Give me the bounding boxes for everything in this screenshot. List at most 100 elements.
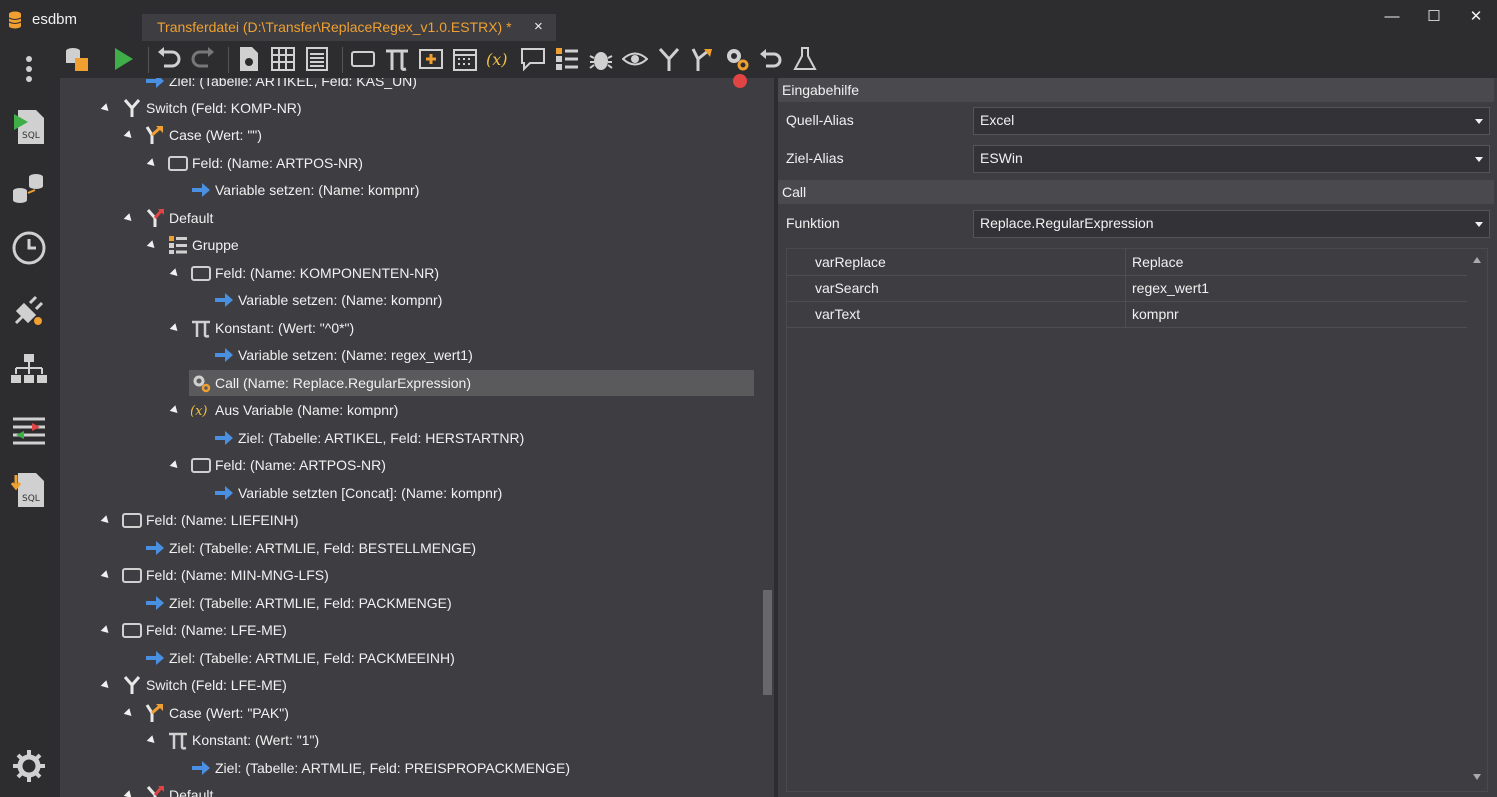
expand-toggle-icon[interactable] [100,570,112,581]
tree-node[interactable]: Feld: (Name: ARTPOS-NR) [60,150,750,176]
tree-node[interactable]: Ziel: (Tabelle: ARTIKEL, Feld: HERSTARTN… [60,425,750,451]
tree-node[interactable]: Call (Name: Replace.RegularExpression) [189,370,754,396]
variable-icon: (x) [190,400,211,420]
ziel-alias-select[interactable]: ESWin [973,145,1490,173]
undo-icon[interactable] [156,46,182,72]
arrow-right-icon [145,538,165,558]
param-row[interactable]: varReplace Replace [787,249,1467,276]
pi-constant-icon[interactable] [384,46,410,72]
tree-node[interactable]: Ziel: (Tabelle: ARTMLIE, Feld: PREISPROP… [60,755,750,781]
variable-icon[interactable]: (x) [486,46,512,72]
scroll-up-icon[interactable] [1473,257,1481,263]
clock-icon[interactable] [10,229,48,267]
settings-gear-icon[interactable] [10,747,48,785]
quell-alias-select[interactable]: Excel [973,107,1490,135]
tree-node[interactable]: Variable setzen: (Name: kompnr) [60,177,750,203]
bug-icon[interactable] [588,46,614,72]
tree-node[interactable]: Feld: (Name: LIEFEINH) [60,507,750,533]
tree-node[interactable]: Variable setzen: (Name: regex_wert1) [60,342,750,368]
expand-toggle-icon[interactable] [100,680,112,691]
flask-icon[interactable] [792,46,818,72]
tree-node[interactable]: Case (Wert: "PAK") [60,700,750,726]
expand-toggle-icon[interactable] [146,735,158,746]
field-icon[interactable] [350,46,376,72]
tree-scroll-thumb[interactable] [763,590,772,695]
funktion-value: Replace.RegularExpression [980,215,1154,231]
document-tab[interactable]: Transferdatei (D:\Transfer\ReplaceRegex_… [142,14,556,41]
tree-node[interactable]: Switch (Feld: LFE-ME) [60,672,750,698]
expand-toggle-icon[interactable] [123,213,135,224]
funktion-select[interactable]: Replace.RegularExpression [973,210,1490,238]
expand-toggle-icon[interactable] [123,130,135,141]
close-tab-icon[interactable]: × [534,18,543,35]
tree-node[interactable]: (x) Aus Variable (Name: kompnr) [60,397,750,423]
expand-toggle-icon[interactable] [169,323,181,334]
tree-node[interactable]: Feld: (Name: ARTPOS-NR) [60,452,750,478]
list-document-icon[interactable] [304,46,330,72]
expand-toggle-icon[interactable] [123,790,135,797]
param-key: varText [815,306,861,322]
field-icon [168,153,188,173]
maximize-button[interactable]: ☐ [1420,6,1448,28]
tree-node[interactable]: Variable setzten [Concat]: (Name: kompnr… [60,480,750,506]
add-field-icon[interactable] [418,46,444,72]
table-icon[interactable] [270,46,296,72]
param-value[interactable]: kompnr [1132,306,1179,322]
expand-toggle-icon[interactable] [146,240,158,251]
calendar-icon[interactable] [452,46,478,72]
param-value[interactable]: Replace [1132,254,1183,270]
plugin-icon[interactable] [10,291,48,329]
sql-import-icon[interactable]: SQL [10,471,48,509]
mapping-icon[interactable] [10,411,48,449]
expand-toggle-icon[interactable] [100,103,112,114]
tree-node[interactable]: Ziel: (Tabelle: ARTMLIE, Feld: PACKMEEIN… [60,645,750,671]
tree-node[interactable]: Feld: (Name: KOMPONENTEN-NR) [60,260,750,286]
database-file-icon[interactable] [64,46,90,72]
expand-toggle-icon[interactable] [169,405,181,416]
tree-node[interactable]: Ziel: (Tabelle: ARTMLIE, Feld: PACKMENGE… [60,590,750,616]
tree-scrollbar[interactable] [760,78,774,797]
tree-node[interactable]: Switch (Feld: KOMP-NR) [60,95,750,121]
scroll-down-icon[interactable] [1473,774,1481,780]
param-row[interactable]: varSearch regex_wert1 [787,275,1467,302]
redo-icon[interactable] [190,46,216,72]
run-sql-icon[interactable]: SQL [10,108,48,146]
tree-node[interactable]: Feld: (Name: MIN-MNG-LFS) [60,562,750,588]
param-row[interactable]: varText kompnr [787,301,1467,328]
comment-icon[interactable] [520,46,546,72]
tree-node-label: Case (Wert: "") [169,127,262,143]
chevron-down-icon [1475,222,1483,227]
tree-node[interactable]: Feld: (Name: LFE-ME) [60,617,750,643]
call-gears-icon[interactable] [724,46,750,72]
tree-node[interactable]: Variable setzen: (Name: kompnr) [60,287,750,313]
case-icon[interactable] [690,46,716,72]
database-transfer-icon[interactable] [10,169,48,207]
param-value[interactable]: regex_wert1 [1132,280,1209,296]
transfer-tree[interactable]: Ziel: (Tabelle: ARTIKEL, Feld: KAS_UN) Sw… [60,78,760,797]
file-settings-icon[interactable] [236,46,262,72]
tree-node[interactable]: Konstant: (Wert: "^0*") [60,315,750,341]
tree-node[interactable]: Default [60,782,750,797]
run-icon[interactable] [110,46,136,72]
hierarchy-icon[interactable] [10,351,48,389]
group-icon[interactable] [554,46,580,72]
tree-node[interactable]: Case (Wert: "") [60,122,750,148]
more-menu-icon[interactable] [10,51,48,89]
expand-toggle-icon[interactable] [100,625,112,636]
tree-node[interactable]: Konstant: (Wert: "1") [60,727,750,753]
tree-node[interactable]: Ziel: (Tabelle: ARTIKEL, Feld: KAS_UN) [60,78,750,94]
expand-toggle-icon[interactable] [100,515,112,526]
switch-icon[interactable] [656,46,682,72]
gears-icon [191,373,211,393]
tree-node[interactable]: Gruppe [60,232,750,258]
close-window-button[interactable]: ✕ [1462,6,1490,28]
expand-toggle-icon[interactable] [169,460,181,471]
return-icon[interactable] [758,46,784,72]
expand-toggle-icon[interactable] [123,708,135,719]
expand-toggle-icon[interactable] [146,158,158,169]
eye-icon[interactable] [622,46,648,72]
tree-node[interactable]: Default [60,205,750,231]
expand-toggle-icon[interactable] [169,268,181,279]
tree-node[interactable]: Ziel: (Tabelle: ARTMLIE, Feld: BESTELLME… [60,535,750,561]
minimize-button[interactable]: — [1378,6,1406,28]
